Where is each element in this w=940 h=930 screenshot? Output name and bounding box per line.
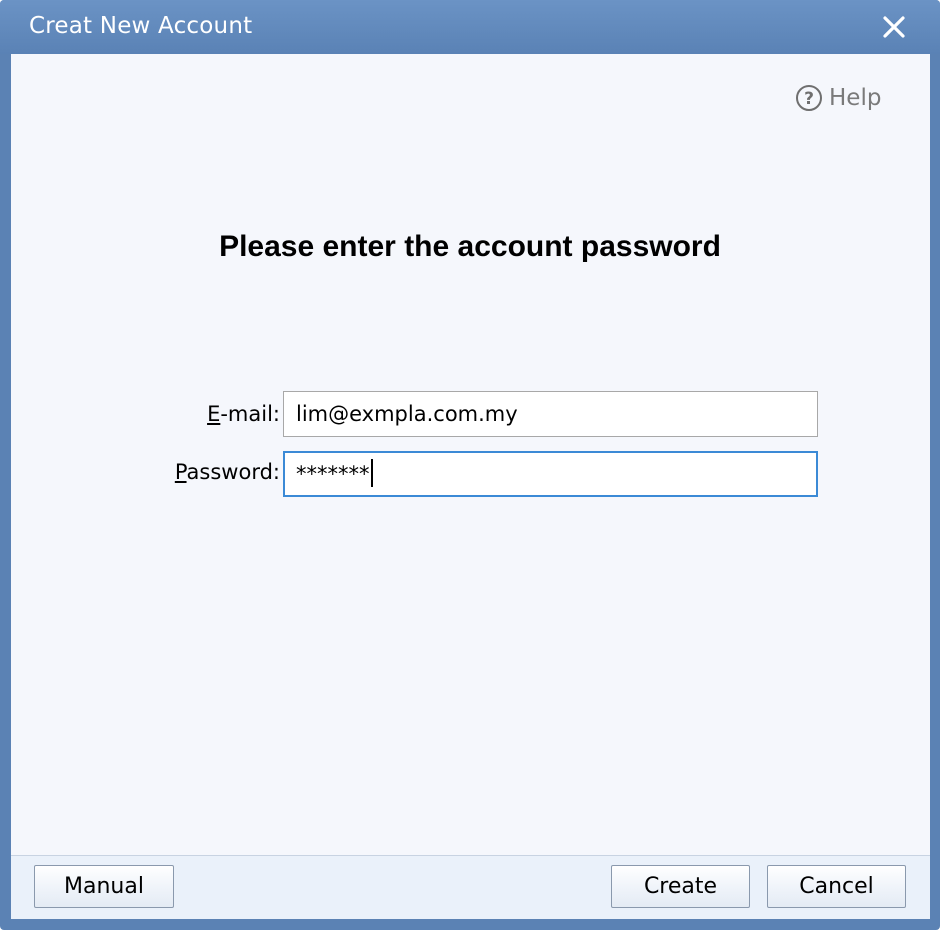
email-value: lim@exmpla.com.my	[296, 402, 518, 426]
cancel-button[interactable]: Cancel	[767, 865, 906, 908]
dialog-window: Creat New Account ? Help Please enter th…	[0, 0, 940, 930]
password-label-accelerator: P	[174, 460, 187, 484]
password-field[interactable]: *******	[283, 451, 818, 497]
page-heading: Please enter the account password	[219, 230, 721, 263]
help-link[interactable]: ? Help	[795, 82, 881, 114]
password-label: Password:	[160, 460, 280, 484]
help-icon: ?	[796, 85, 822, 111]
text-caret	[370, 459, 373, 487]
close-button[interactable]	[874, 10, 914, 46]
window-title: Creat New Account	[29, 13, 253, 39]
email-label: E-mail:	[200, 402, 280, 426]
email-label-accelerator: E	[207, 402, 221, 426]
password-value: *******	[296, 462, 370, 486]
email-label-text: -mail:	[220, 402, 280, 426]
manual-button[interactable]: Manual	[34, 865, 174, 908]
help-label: Help	[829, 85, 882, 111]
close-icon	[883, 16, 905, 38]
email-field[interactable]: lim@exmpla.com.my	[283, 391, 818, 437]
title-bar[interactable]: Creat New Account	[0, 0, 940, 54]
svg-text:?: ?	[804, 89, 814, 109]
password-label-text: assword:	[186, 460, 280, 484]
create-button[interactable]: Create	[611, 865, 750, 908]
